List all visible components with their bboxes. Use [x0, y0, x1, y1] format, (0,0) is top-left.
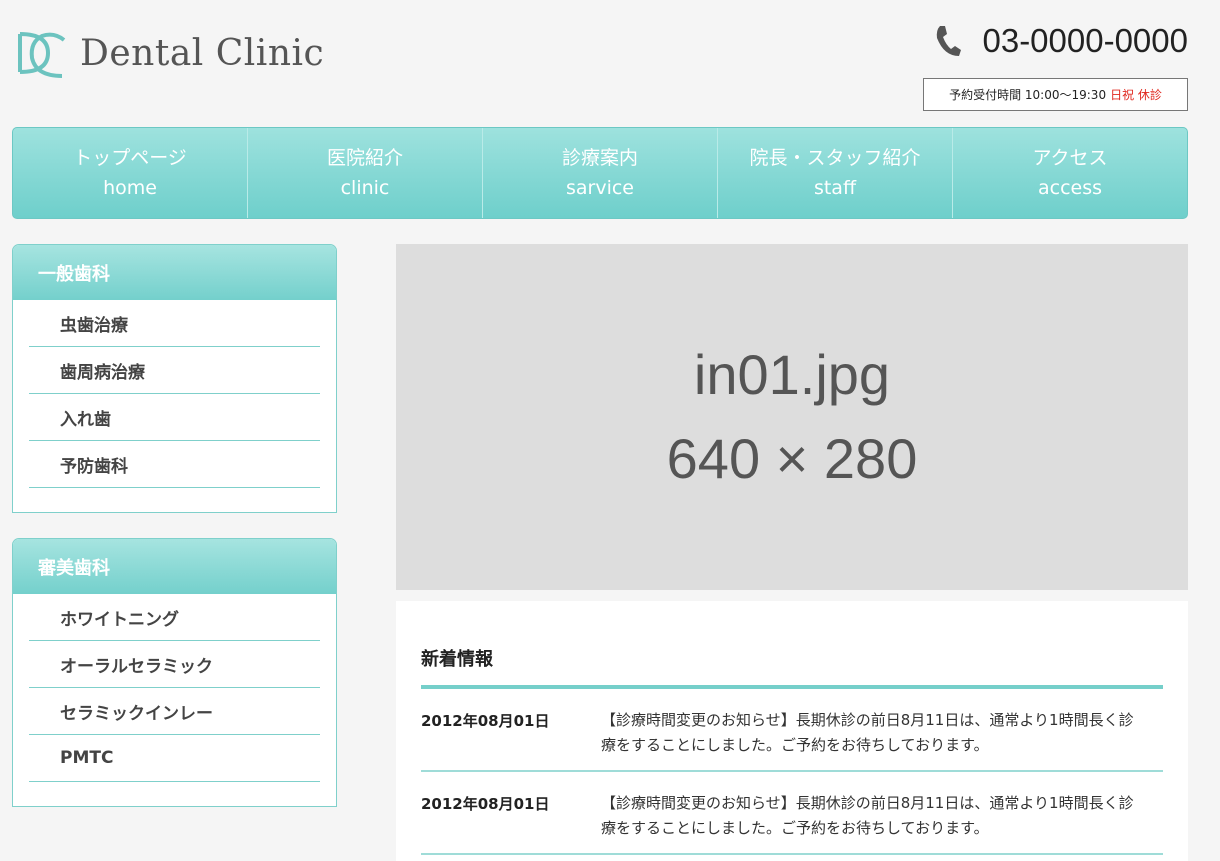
reservation-hours: 予約受付時間 10:00〜19:30 日祝 休診 — [923, 78, 1188, 111]
phone-number: 03-0000-0000 — [982, 22, 1188, 59]
news-item[interactable]: 2012年08月01日 【診療時間変更のお知らせ】長期休診の前日8月11日は、通… — [421, 689, 1163, 772]
nav-item-staff[interactable]: 院長・スタッフ紹介 staff — [718, 128, 953, 218]
clinic-logo[interactable]: Dental Clinic — [14, 26, 324, 80]
nav-item-label-jp: 診療案内 — [561, 147, 638, 169]
news-date: 2012年08月01日 — [421, 712, 550, 730]
nav-item-home[interactable]: トップページ home — [13, 128, 248, 218]
news-section: 新着情報 2012年08月01日 【診療時間変更のお知らせ】長期休診の前日8月1… — [396, 601, 1188, 861]
hero-image-placeholder: in01.jpg 640 × 280 — [396, 244, 1188, 590]
news-heading: 新着情報 — [421, 601, 1163, 689]
nav-item-label-en: clinic — [340, 177, 390, 199]
sidebar-item-dentures[interactable]: 入れ歯 — [29, 394, 320, 441]
sidebar-general-dentistry: 一般歯科 虫歯治療 歯周病治療 入れ歯 予防歯科 — [12, 244, 337, 513]
nav-item-label-jp: アクセス — [1032, 147, 1108, 169]
sidebar-item-cavity-treatment[interactable]: 虫歯治療 — [29, 300, 320, 347]
sidebar-item-pmtc[interactable]: PMTC — [29, 735, 320, 782]
sidebar-item-ceramic-inlay[interactable]: セラミックインレー — [29, 688, 320, 735]
placeholder-filename: in01.jpg — [693, 343, 891, 406]
nav-item-label-en: home — [103, 177, 157, 199]
news-text: 【診療時間変更のお知らせ】長期休診の前日8月11日は、通常より1時間長く診療をす… — [601, 711, 1134, 754]
sidebar-menu: ホワイトニング オーラルセラミック セラミックインレー PMTC — [13, 594, 336, 806]
sidebar-item-periodontal-treatment[interactable]: 歯周病治療 — [29, 347, 320, 394]
placeholder-dimensions: 640 × 280 — [666, 427, 918, 490]
sidebar-heading: 審美歯科 — [13, 539, 336, 594]
phone-icon — [937, 26, 962, 56]
news-date: 2012年08月01日 — [421, 795, 550, 813]
sidebar-item-oral-ceramic[interactable]: オーラルセラミック — [29, 641, 320, 688]
news-item[interactable]: 2012年08月01日 【診療時間変更のお知らせ】長期休診の前日8月11日は、通… — [421, 772, 1163, 855]
sidebar-item-whitening[interactable]: ホワイトニング — [29, 594, 320, 641]
nav-item-label-en: sarvice — [565, 177, 634, 199]
nav-item-label-jp: 医院紹介 — [326, 147, 403, 169]
nav-item-label-en: staff — [813, 177, 857, 199]
nav-item-label-en: access — [1037, 177, 1103, 199]
nav-item-access[interactable]: アクセス access — [953, 128, 1187, 218]
logo-text: Dental Clinic — [80, 32, 325, 74]
closed-days-label: 日祝 休診 — [1110, 88, 1162, 102]
sidebar-cosmetic-dentistry: 審美歯科 ホワイトニング オーラルセラミック セラミックインレー PMTC — [12, 538, 337, 807]
global-nav: トップページ home 医院紹介 clinic 診療案内 sarvice 院長・… — [12, 127, 1188, 219]
sidebar-menu: 虫歯治療 歯周病治療 入れ歯 予防歯科 — [13, 300, 336, 512]
phone-contact: 03-0000-0000 — [934, 22, 1188, 60]
dc-logo-icon — [18, 32, 66, 78]
news-text: 【診療時間変更のお知らせ】長期休診の前日8月11日は、通常より1時間長く診療をす… — [601, 794, 1134, 837]
nav-item-label-jp: トップページ — [73, 147, 187, 169]
nav-item-clinic[interactable]: 医院紹介 clinic — [248, 128, 483, 218]
nav-item-service[interactable]: 診療案内 sarvice — [483, 128, 718, 218]
sidebar-item-preventive[interactable]: 予防歯科 — [29, 441, 320, 488]
nav-item-label-jp: 院長・スタッフ紹介 — [749, 147, 921, 169]
hours-label: 予約受付時間 10:00〜19:30 — [949, 88, 1107, 102]
sidebar-heading: 一般歯科 — [13, 245, 336, 300]
